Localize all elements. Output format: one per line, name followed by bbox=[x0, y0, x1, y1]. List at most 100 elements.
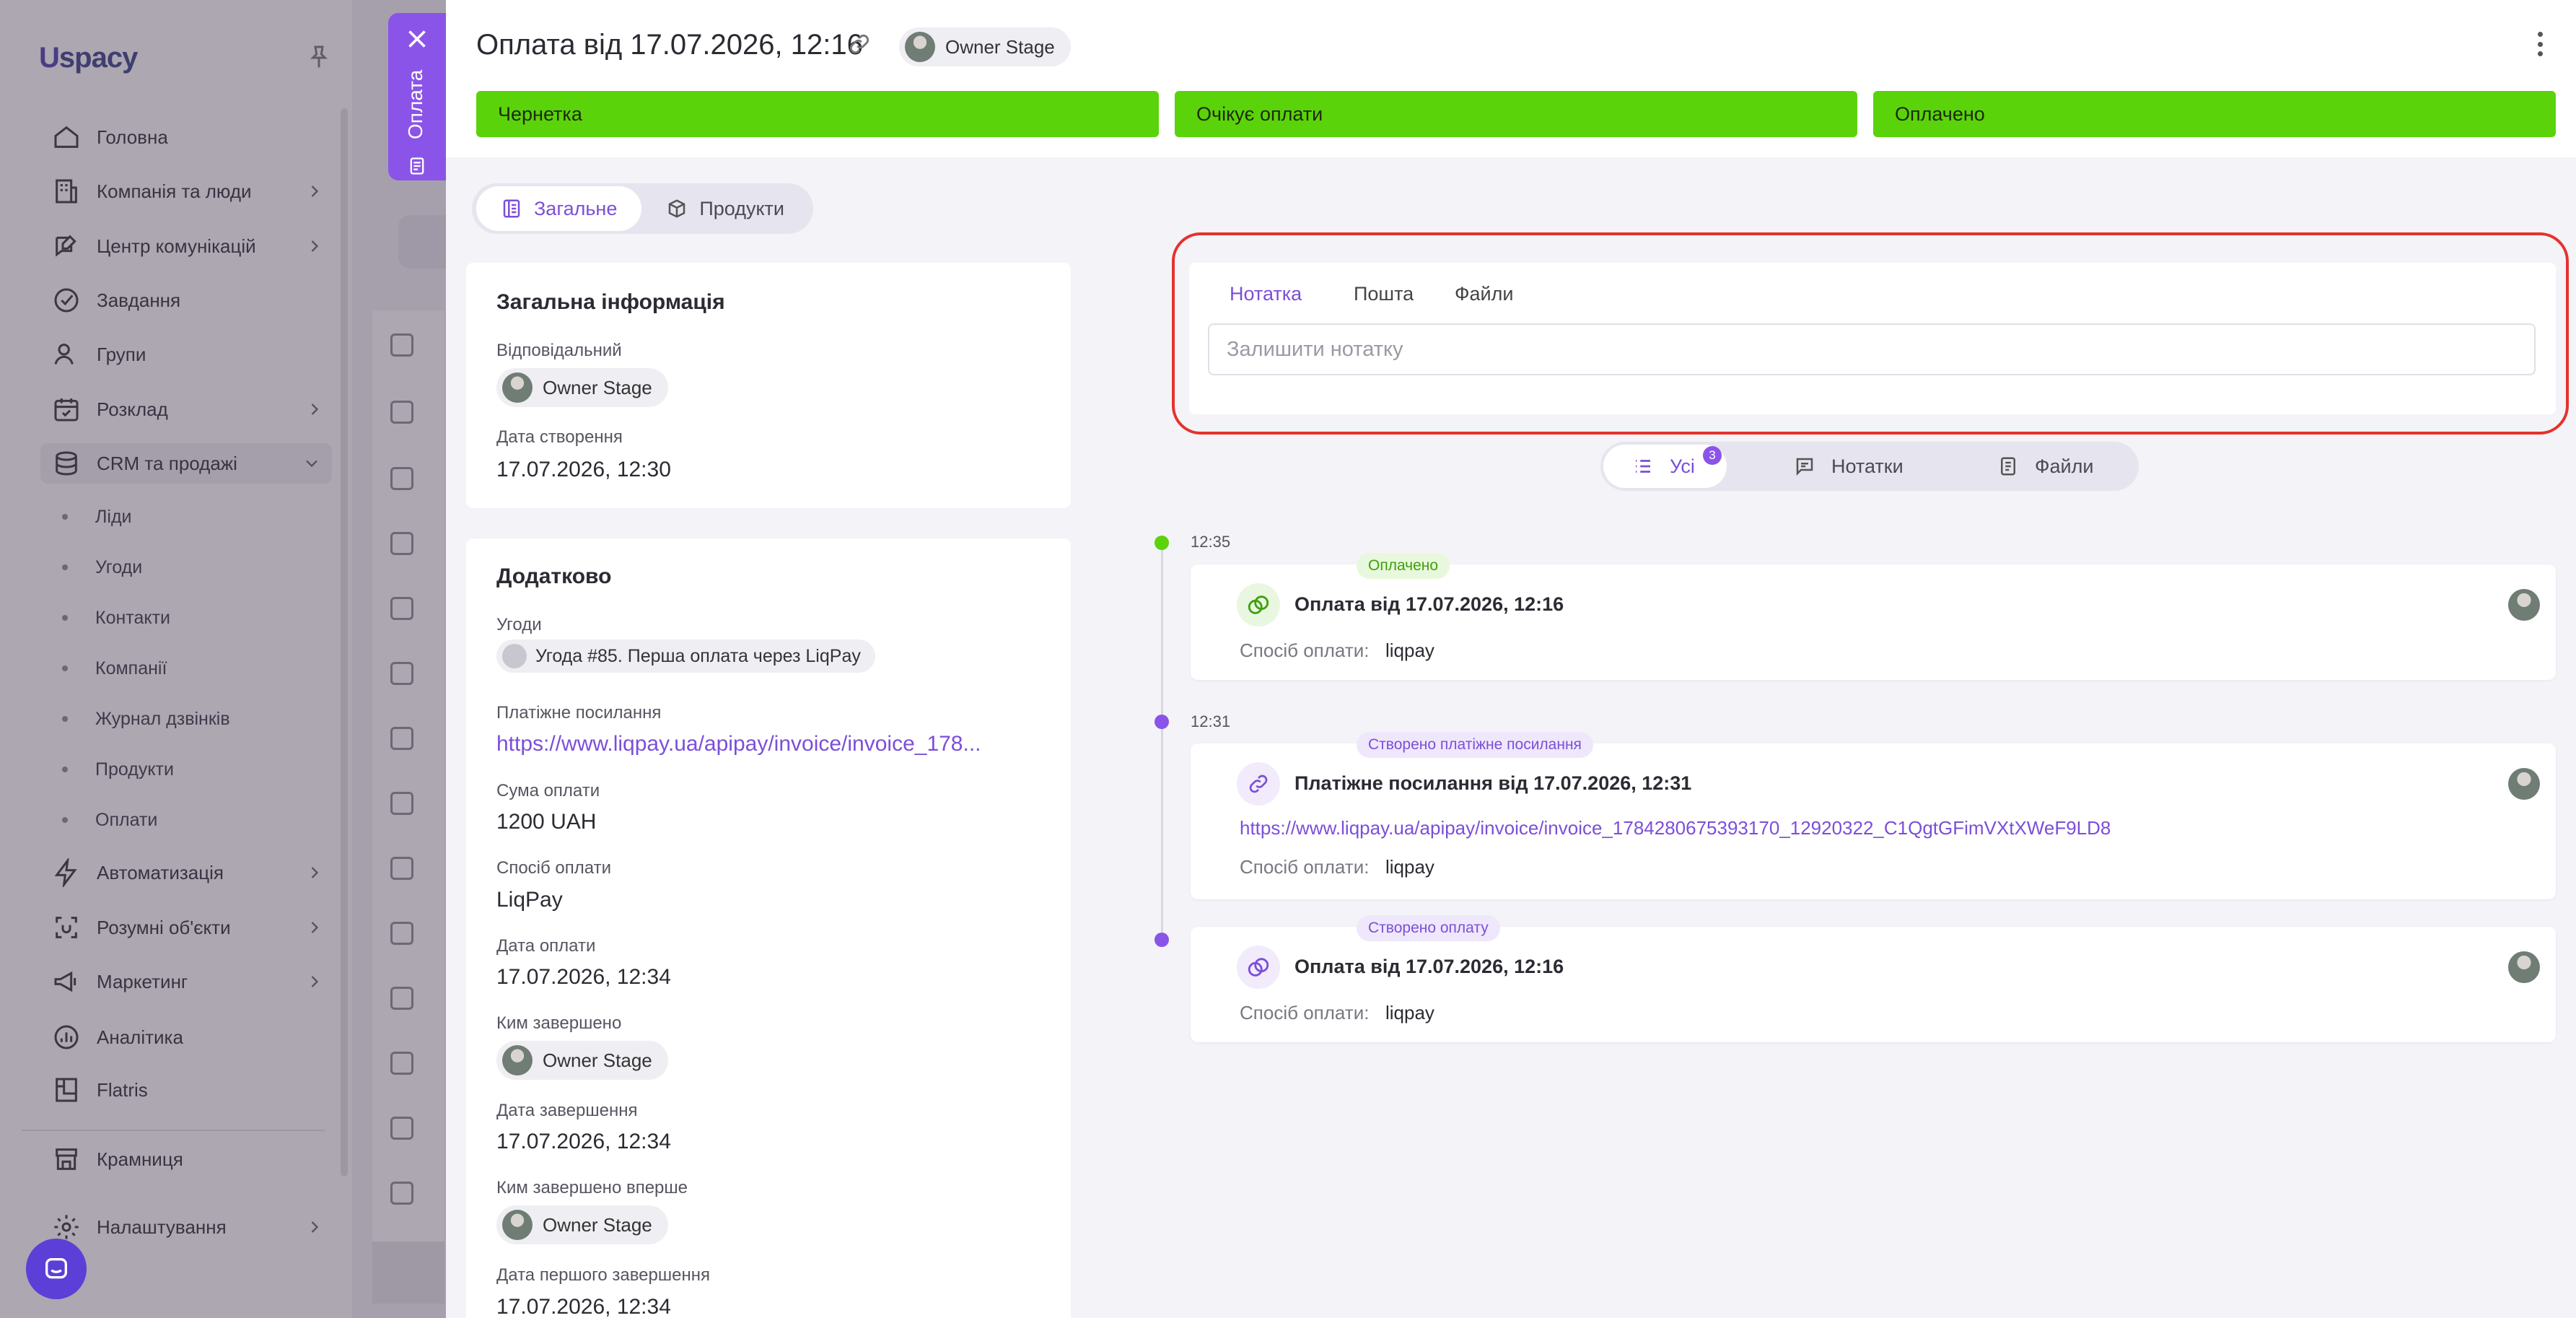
page-title: Оплата від 17.07.2026, 12:16 bbox=[476, 29, 863, 61]
filter-label: Усі bbox=[1670, 455, 1695, 477]
event-method-label: Спосіб оплати: bbox=[1240, 640, 1370, 661]
tab-general[interactable]: Загальне bbox=[476, 186, 642, 231]
completed-by-chip[interactable]: Owner Stage bbox=[496, 1041, 668, 1080]
responsible-name: Owner Stage bbox=[543, 376, 652, 398]
timeline-time: 12:31 bbox=[1191, 712, 1231, 730]
event-method-value: liqpay bbox=[1385, 1002, 1434, 1024]
stage-awaiting-payment[interactable]: Очікує оплати bbox=[1175, 91, 1857, 137]
timeline-line bbox=[1161, 543, 1163, 941]
link-icon bbox=[1237, 762, 1280, 806]
stage-label: Чернетка bbox=[498, 102, 582, 125]
more-menu-icon[interactable] bbox=[2536, 32, 2544, 56]
event-method-label: Спосіб оплати: bbox=[1240, 856, 1370, 878]
first-completed-by-chip[interactable]: Owner Stage bbox=[496, 1205, 668, 1244]
first-completed-by-name: Owner Stage bbox=[543, 1213, 652, 1236]
first-completed-by-label: Ким завершено вперше bbox=[496, 1178, 688, 1197]
avatar bbox=[502, 1210, 533, 1240]
timeline-dot-paid bbox=[1155, 536, 1169, 550]
amount-label: Сума оплати bbox=[496, 781, 600, 800]
coins-icon bbox=[1237, 583, 1280, 627]
deals-label: Угоди bbox=[496, 615, 542, 634]
document-icon bbox=[410, 157, 424, 175]
drawer-tab-label: Оплата bbox=[404, 69, 426, 139]
filter-label: Файли bbox=[2035, 455, 2094, 477]
file-icon bbox=[2001, 457, 2015, 476]
event-method-value: liqpay bbox=[1385, 856, 1434, 878]
payment-link-label: Платіжне посилання bbox=[496, 703, 662, 723]
avatar bbox=[2508, 589, 2540, 621]
first-completed-date-label: Дата першого завершення bbox=[496, 1265, 710, 1285]
event-title: Платіжне посилання від 17.07.2026, 12:31 bbox=[1294, 772, 1692, 794]
stage-paid[interactable]: Оплачено bbox=[1873, 91, 2556, 137]
comment-icon bbox=[1796, 458, 1813, 476]
avatar bbox=[502, 1045, 533, 1075]
avatar bbox=[2508, 768, 2540, 800]
completed-date-value: 17.07.2026, 12:34 bbox=[496, 1130, 671, 1153]
filter-files[interactable]: Файли bbox=[1997, 445, 2093, 488]
additional-card: Додатково Угоди Угода #85. Перша оплата … bbox=[466, 538, 1071, 1318]
timeline-dot bbox=[1155, 933, 1169, 947]
timeline-time: 12:35 bbox=[1191, 533, 1231, 551]
pay-date-label: Дата оплати bbox=[496, 936, 596, 956]
deal-chip[interactable]: Угода #85. Перша оплата через LiqPay bbox=[496, 640, 875, 673]
payment-drawer: Оплата від 17.07.2026, 12:16 Owner Stage… bbox=[446, 0, 2576, 1318]
list-doc-icon bbox=[503, 199, 520, 218]
tab-label: Загальне bbox=[534, 197, 618, 219]
deal-name: Угода #85. Перша оплата через LiqPay bbox=[535, 645, 861, 666]
drawer-tab[interactable]: Оплата bbox=[388, 13, 446, 180]
highlight-box bbox=[1172, 232, 2569, 435]
avatar bbox=[905, 32, 935, 62]
general-info-card: Загальна інформація Відповідальний Owner… bbox=[466, 263, 1071, 508]
chat-icon bbox=[45, 1258, 67, 1279]
deal-avatar bbox=[502, 644, 527, 668]
timeline-event[interactable]: Оплата від 17.07.2026, 12:16 Спосіб опла… bbox=[1191, 564, 2556, 680]
timeline-dot bbox=[1155, 715, 1169, 729]
copy-link-icon[interactable] bbox=[847, 32, 872, 56]
completed-date-label: Дата завершення bbox=[496, 1101, 638, 1120]
coins-icon bbox=[1237, 946, 1280, 989]
event-tag: Створено платіжне посилання bbox=[1357, 732, 1593, 758]
event-tag: Створено оплату bbox=[1357, 915, 1500, 941]
filter-label: Нотатки bbox=[1831, 455, 1903, 477]
activity-filter: Усі 3 Нотатки Файли bbox=[1600, 442, 2139, 491]
tab-products[interactable]: Продукти bbox=[641, 186, 809, 231]
event-title: Оплата від 17.07.2026, 12:16 bbox=[1294, 593, 1564, 615]
method-value: LiqPay bbox=[496, 888, 563, 912]
stage-label: Очікує оплати bbox=[1196, 102, 1323, 125]
completed-by-name: Owner Stage bbox=[543, 1049, 652, 1071]
filter-notes[interactable]: Нотатки bbox=[1794, 445, 1903, 488]
avatar bbox=[502, 372, 533, 403]
pay-date-value: 17.07.2026, 12:34 bbox=[496, 965, 671, 989]
count-badge: 3 bbox=[1703, 446, 1722, 465]
completed-by-label: Ким завершено bbox=[496, 1013, 622, 1033]
box-icon bbox=[669, 199, 685, 218]
created-value: 17.07.2026, 12:30 bbox=[496, 458, 671, 481]
detail-tabs: Загальне Продукти bbox=[472, 183, 814, 234]
close-icon[interactable] bbox=[404, 26, 430, 52]
owner-chip[interactable]: Owner Stage bbox=[899, 27, 1071, 66]
amount-value: 1200 UAH bbox=[496, 810, 597, 834]
event-title: Оплата від 17.07.2026, 12:16 bbox=[1294, 956, 1564, 977]
event-payment-link[interactable]: https://www.liqpay.ua/apipay/invoice/inv… bbox=[1240, 817, 2111, 839]
responsible-chip[interactable]: Owner Stage bbox=[496, 368, 668, 407]
owner-name: Owner Stage bbox=[945, 35, 1055, 58]
event-method-value: liqpay bbox=[1385, 640, 1434, 661]
avatar bbox=[2508, 951, 2540, 983]
payment-link[interactable]: https://www.liqpay.ua/apipay/invoice/inv… bbox=[496, 732, 981, 756]
support-chat-button[interactable] bbox=[26, 1239, 87, 1299]
timeline-event[interactable]: Платіжне посилання від 17.07.2026, 12:31… bbox=[1191, 743, 2556, 899]
card-title: Загальна інформація bbox=[496, 290, 725, 314]
drawer-header: Оплата від 17.07.2026, 12:16 Owner Stage… bbox=[446, 0, 2576, 157]
event-tag-paid: Оплачено bbox=[1357, 553, 1450, 579]
method-label: Спосіб оплати bbox=[496, 858, 611, 878]
created-label: Дата створення bbox=[496, 427, 623, 447]
event-method-label: Спосіб оплати: bbox=[1240, 1002, 1370, 1024]
timeline-event[interactable]: Оплата від 17.07.2026, 12:16 Спосіб опла… bbox=[1191, 927, 2556, 1042]
tab-label: Продукти bbox=[699, 197, 785, 219]
list-icon bbox=[1636, 460, 1650, 473]
stage-label: Оплачено bbox=[1895, 102, 1985, 125]
responsible-label: Відповідальний bbox=[496, 341, 622, 360]
card-title: Додатково bbox=[496, 564, 612, 588]
stage-draft[interactable]: Чернетка bbox=[476, 91, 1159, 137]
first-completed-date-value: 17.07.2026, 12:34 bbox=[496, 1295, 671, 1318]
